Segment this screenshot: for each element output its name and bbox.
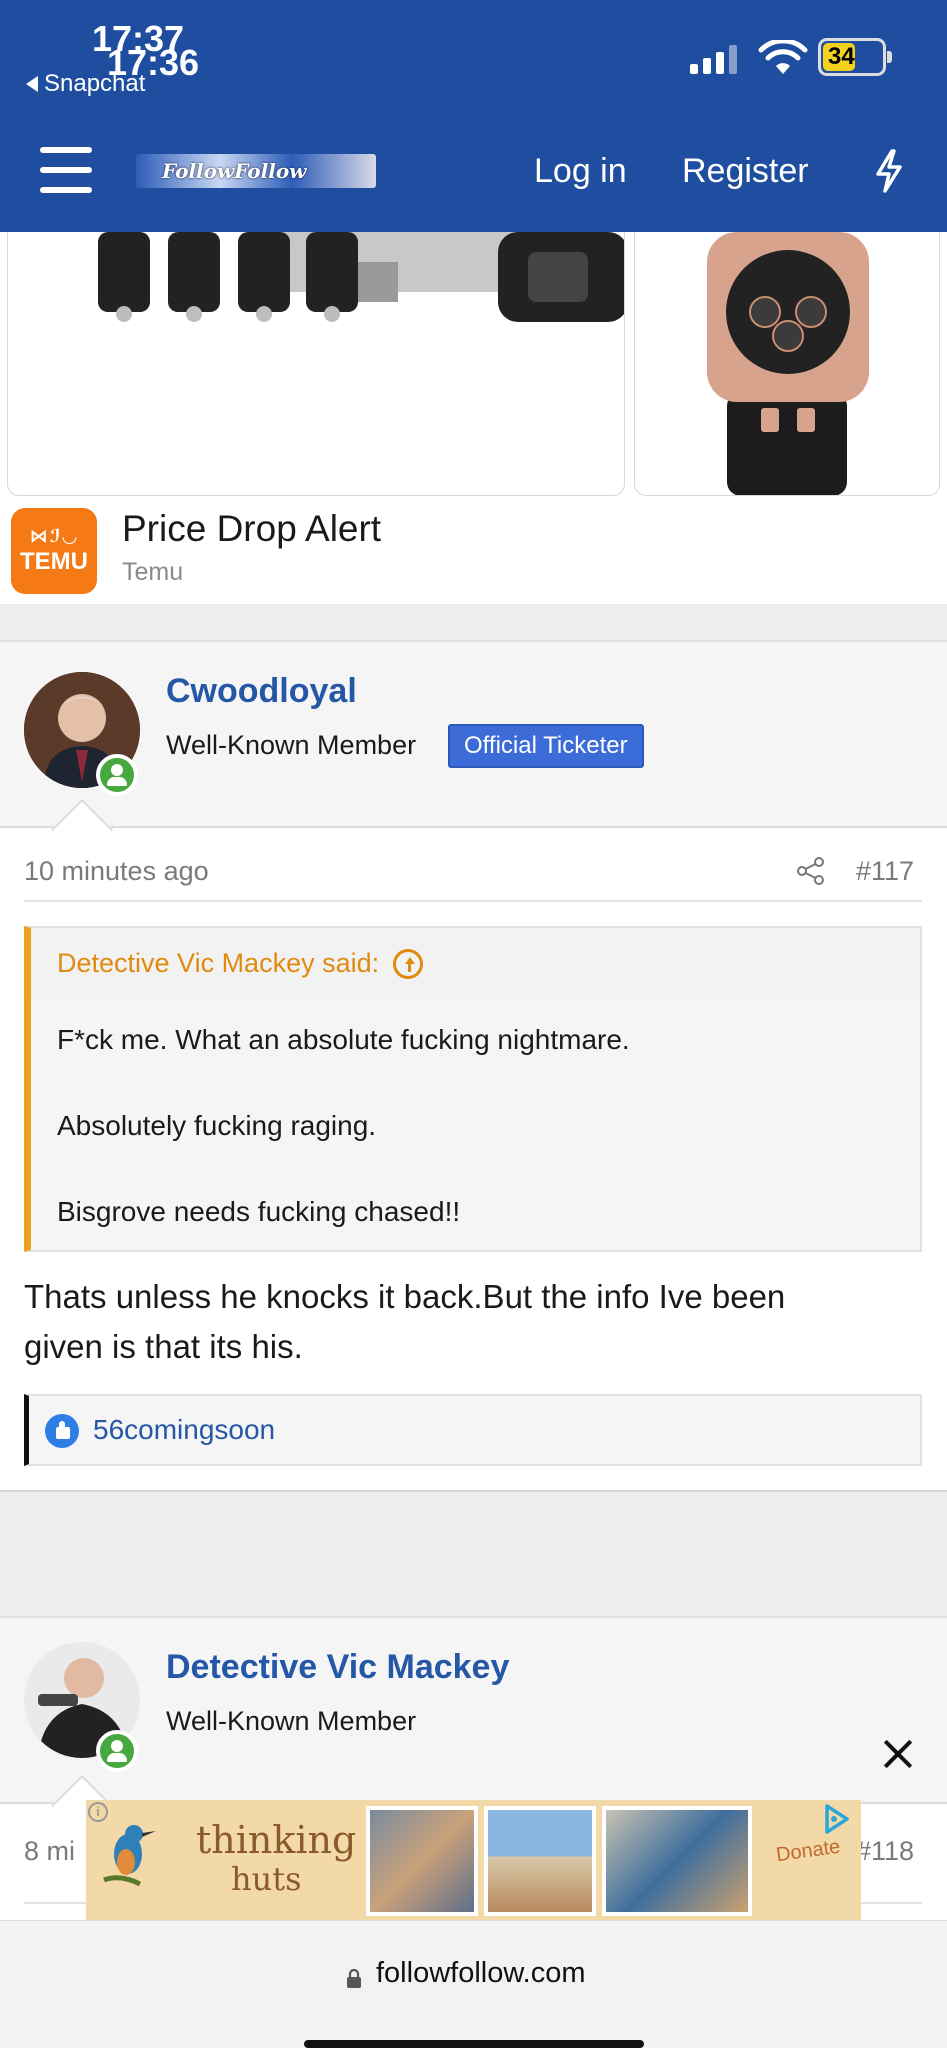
- post-number-link[interactable]: #118: [856, 1836, 914, 1867]
- close-ad-button[interactable]: [882, 1738, 914, 1770]
- like-icon: [45, 1414, 79, 1448]
- ad-product-image-watch[interactable]: [634, 232, 940, 496]
- post-body-line: given is that its his.: [24, 1328, 303, 1365]
- back-arrow-icon: [26, 76, 38, 92]
- quote-line: Bisgrove needs fucking chased!!: [57, 1196, 461, 1227]
- menu-button[interactable]: [40, 147, 92, 193]
- post-author-header: Cwoodloyal Well-Known Member Official Ti…: [0, 642, 947, 828]
- app-header: 17:37 17:36 Snapchat 34 FollowFollow Log…: [0, 0, 947, 232]
- post-number-link[interactable]: #117: [856, 856, 914, 887]
- url-text[interactable]: followfollow.com: [376, 1957, 586, 1990]
- wifi-icon: [758, 40, 808, 74]
- register-link[interactable]: Register: [682, 152, 809, 191]
- post: Cwoodloyal Well-Known Member Official Ti…: [0, 640, 947, 1492]
- logo-text: FollowFollow: [162, 159, 307, 183]
- post-body-line: Thats unless he knocks it back.But the i…: [24, 1278, 786, 1315]
- post-time[interactable]: 8 mi: [24, 1836, 75, 1867]
- temu-logo-mark: ⋈ℐ◡: [29, 526, 79, 546]
- ad-product-image-tools[interactable]: [7, 232, 625, 496]
- cellular-signal-icon: [690, 45, 737, 74]
- user-title: Well-Known Member: [166, 730, 417, 760]
- online-status-icon: [96, 754, 138, 796]
- ad-title[interactable]: Price Drop Alert: [122, 508, 381, 550]
- lock-icon: [347, 1969, 361, 1988]
- site-logo[interactable]: FollowFollow: [136, 154, 376, 188]
- battery-level: 34: [828, 43, 855, 70]
- temu-logo[interactable]: ⋈ℐ◡ TEMU: [11, 508, 97, 594]
- online-status-icon: [96, 1730, 138, 1772]
- quote-line: F*ck me. What an absolute fucking nightm…: [57, 1024, 630, 1055]
- username[interactable]: Cwoodloyal: [166, 672, 357, 711]
- back-app-label: Snapchat: [44, 70, 146, 97]
- menu-icon: [40, 147, 92, 153]
- banner-ad-title: thinking: [196, 1818, 357, 1862]
- ad-sponsor: Temu: [122, 558, 184, 586]
- home-indicator[interactable]: [304, 2040, 644, 2048]
- post-author-header: Detective Vic Mackey Well-Known Member: [0, 1618, 947, 1804]
- banner-photo: [366, 1806, 478, 1916]
- banner-ad[interactable]: i thinking huts Donate: [86, 1800, 861, 1920]
- user-badge: Official Ticketer: [448, 724, 644, 768]
- banner-photo: [602, 1806, 752, 1916]
- banner-photo: [484, 1806, 596, 1916]
- back-to-app-button[interactable]: Snapchat: [26, 70, 145, 98]
- banner-donate[interactable]: Donate: [775, 1836, 842, 1868]
- share-icon[interactable]: [796, 856, 826, 886]
- login-link[interactable]: Log in: [534, 152, 627, 191]
- reaction-user-link[interactable]: 56comingsoon: [93, 1414, 275, 1446]
- quote-block: Detective Vic Mackey said: F*ck me. What…: [24, 926, 922, 1252]
- browser-address-bar[interactable]: followfollow.com: [0, 1920, 947, 2048]
- reactions-bar[interactable]: 56comingsoon: [24, 1394, 922, 1466]
- post-time[interactable]: 10 minutes ago: [24, 856, 209, 887]
- banner-ad-subtitle: huts: [231, 1860, 302, 1898]
- kingfisher-icon: [103, 1825, 156, 1887]
- lightning-bolt-icon[interactable]: [872, 148, 906, 194]
- ad-info-icon[interactable]: i: [88, 1802, 108, 1822]
- user-title: Well-Known Member: [166, 1706, 417, 1736]
- adchoices-icon[interactable]: [817, 1802, 853, 1836]
- temu-logo-text: TEMU: [20, 548, 88, 575]
- jump-to-quote-icon[interactable]: [393, 948, 424, 979]
- post-body: Thats unless he knocks it back.But the i…: [24, 1272, 924, 1372]
- battery-icon: 34: [818, 38, 892, 76]
- quote-author[interactable]: Detective Vic Mackey said:: [57, 948, 424, 979]
- username[interactable]: Detective Vic Mackey: [166, 1648, 509, 1687]
- page: 17:37 17:36 Snapchat 34 FollowFollow Log…: [0, 0, 947, 2048]
- quote-line: Absolutely fucking raging.: [57, 1110, 377, 1141]
